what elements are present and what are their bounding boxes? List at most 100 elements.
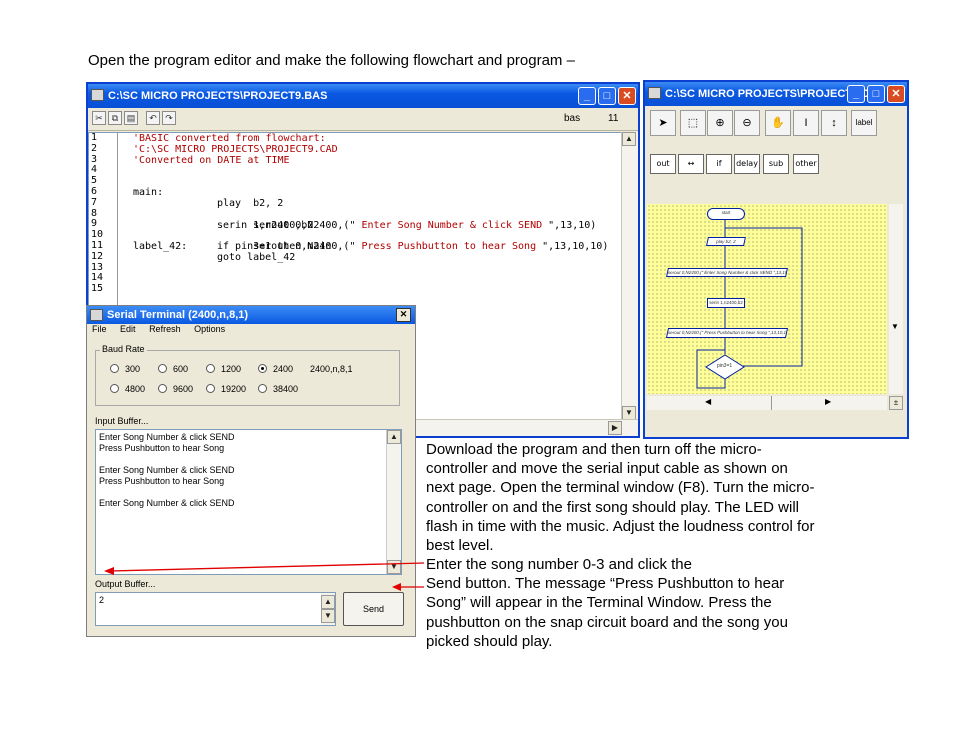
- terminal-titlebar[interactable]: Serial Terminal (2400,n,8,1) ✕: [87, 306, 415, 324]
- maximize-button[interactable]: □: [867, 85, 885, 103]
- flow-serout-1[interactable]: serout 0,N2400,(" Enter Song Number & cl…: [666, 268, 788, 277]
- cad-vertical-scrollbar[interactable]: ▼: [889, 204, 903, 394]
- close-button[interactable]: ✕: [887, 85, 905, 103]
- minimize-button[interactable]: _: [847, 85, 865, 103]
- line-tool-icon[interactable]: ↕: [821, 110, 847, 136]
- symbol-delay[interactable]: delay: [734, 154, 760, 174]
- symbol-move-icon[interactable]: ↔: [678, 154, 704, 174]
- symbol-if[interactable]: if: [706, 154, 732, 174]
- scroll-up-icon[interactable]: ▲: [321, 595, 335, 609]
- radio-dot: [158, 364, 167, 373]
- send-button[interactable]: Send: [343, 592, 404, 626]
- scroll-down-icon[interactable]: ▼: [321, 609, 335, 623]
- code-line-1: 'BASIC converted from flowchart:: [133, 133, 326, 144]
- scroll-thumb[interactable]: [771, 396, 772, 410]
- close-button[interactable]: ✕: [396, 308, 411, 322]
- zoom-out-icon[interactable]: ⊖: [734, 110, 760, 136]
- window-icon: [91, 89, 104, 101]
- instructions-paragraph-1: Download the program and then turn off t…: [426, 440, 815, 555]
- maximize-button[interactable]: □: [598, 87, 616, 105]
- line-number: 15: [91, 283, 104, 295]
- paste-icon[interactable]: ▤: [124, 111, 138, 125]
- baud-label: 9600: [173, 384, 194, 394]
- window-icon: [648, 87, 661, 99]
- flow-pin-test: pin3=1: [717, 363, 733, 369]
- output-buffer-label: Output Buffer...: [95, 579, 156, 589]
- flowchart-connectors: [696, 220, 803, 389]
- scroll-left-icon[interactable]: ◀: [705, 397, 711, 406]
- output-scrollbar[interactable]: ▲ ▼: [321, 593, 335, 625]
- instruction-line: controller and move the serial input cab…: [426, 460, 788, 478]
- select-box-icon[interactable]: ⬚: [680, 110, 706, 136]
- pan-hand-icon[interactable]: ✋: [765, 110, 791, 136]
- radio-dot: [206, 364, 215, 373]
- baud-rate-group: Baud Rate 300 600 1200 2400 2400,n,8,1 4…: [95, 344, 400, 406]
- menu-file[interactable]: File: [92, 324, 107, 334]
- text-cursor-icon[interactable]: I: [793, 110, 819, 136]
- scroll-up-icon[interactable]: ▲: [387, 430, 401, 444]
- symbol-sub[interactable]: sub: [763, 154, 789, 174]
- line-number: 7: [91, 196, 98, 208]
- baud-label: 4800: [125, 384, 146, 394]
- flow-start[interactable]: start: [707, 208, 745, 220]
- instruction-line: next page. Open the terminal window (F8)…: [426, 479, 815, 497]
- redo-icon[interactable]: ↷: [162, 111, 176, 125]
- baud-38400-radio[interactable]: 38400: [258, 384, 298, 394]
- flowchart-canvas[interactable]: start play b2, 2 serout 0,N2400,(" Enter…: [647, 204, 887, 394]
- input-scrollbar[interactable]: ▲ ▼: [386, 430, 401, 574]
- flow-serin[interactable]: serin 1,n2400,b2: [707, 298, 745, 308]
- line-numbers: 1 2 3 4 5 6 7 8 9 10 11 12 13 14 15: [89, 133, 117, 295]
- scroll-right-icon[interactable]: ▶: [608, 421, 622, 435]
- window-icon: [90, 309, 103, 321]
- output-buffer[interactable]: 2 ▲ ▼: [95, 592, 336, 626]
- label-tool[interactable]: label: [851, 110, 877, 136]
- terminal-menu-bar: File Edit Refresh Options: [87, 324, 415, 340]
- scroll-right-icon[interactable]: ▶: [825, 397, 831, 406]
- scroll-down-icon[interactable]: ▼: [622, 406, 636, 420]
- cut-icon[interactable]: ✂: [92, 111, 106, 125]
- undo-icon[interactable]: ↶: [146, 111, 160, 125]
- copy-icon[interactable]: ⧉: [108, 111, 122, 125]
- zoom-in-icon[interactable]: ⊕: [707, 110, 733, 136]
- input-buffer-line: Enter Song Number & click SEND: [99, 465, 235, 475]
- menu-refresh[interactable]: Refresh: [149, 324, 181, 334]
- baud-rate-label: Baud Rate: [100, 344, 147, 354]
- minimize-button[interactable]: _: [578, 87, 596, 105]
- input-buffer[interactable]: Enter Song Number & click SEND Press Push…: [95, 429, 402, 575]
- instruction-line: pushbutton on the snap circuit board and…: [426, 613, 788, 631]
- flow-play[interactable]: play b2, 2: [706, 237, 746, 246]
- scroll-up-icon[interactable]: ▲: [622, 132, 636, 146]
- scroll-down-icon[interactable]: ▼: [891, 322, 899, 331]
- expand-icon[interactable]: ±: [889, 396, 903, 410]
- close-button[interactable]: ✕: [618, 87, 636, 105]
- baud-4800-radio[interactable]: 4800: [110, 384, 145, 394]
- input-buffer-line: Press Pushbutton to hear Song: [99, 443, 225, 453]
- menu-edit[interactable]: Edit: [120, 324, 136, 334]
- line-number: 12: [91, 250, 104, 262]
- baud-1200-radio[interactable]: 1200: [206, 364, 241, 374]
- output-value: 2: [99, 595, 105, 605]
- select-arrow-icon[interactable]: ➤: [650, 110, 676, 136]
- flow-serout-2[interactable]: serout 0,N2400,(" Press Pushbutton to he…: [665, 328, 789, 338]
- editor-vertical-scrollbar[interactable]: ▲ ▼: [621, 132, 638, 420]
- symbol-other[interactable]: other: [793, 154, 819, 174]
- cad-titlebar[interactable]: C:\SC MICRO PROJECTS\PROJECT9.CAD _ □ ✕: [645, 82, 907, 106]
- code-line-main: main:: [133, 187, 164, 198]
- scroll-down-icon[interactable]: ▼: [387, 560, 401, 574]
- baud-2400-radio[interactable]: 2400: [258, 364, 293, 374]
- baud-19200-radio[interactable]: 19200: [206, 384, 246, 394]
- baud-9600-radio[interactable]: 9600: [158, 384, 193, 394]
- input-buffer-label: Input Buffer...: [95, 416, 149, 426]
- editor-titlebar[interactable]: C:\SC MICRO PROJECTS\PROJECT9.BAS _ □ ✕: [88, 84, 638, 108]
- menu-options[interactable]: Options: [194, 324, 225, 334]
- symbol-out[interactable]: out: [650, 154, 676, 174]
- input-buffer-lines: Enter Song Number & click SEND Press Push…: [96, 430, 401, 509]
- radio-dot: [110, 384, 119, 393]
- baud-600-radio[interactable]: 600: [158, 364, 188, 374]
- instruction-line: Enter the song number 0-3 and click the: [426, 556, 692, 573]
- setting-label: 2400,n,8,1: [310, 364, 353, 374]
- radio-dot: [158, 384, 167, 393]
- baud-300-radio[interactable]: 300: [110, 364, 140, 374]
- code-line-11-label: label_42:: [133, 241, 188, 252]
- cad-horizontal-scrollbar[interactable]: ◀ ▶: [647, 396, 887, 410]
